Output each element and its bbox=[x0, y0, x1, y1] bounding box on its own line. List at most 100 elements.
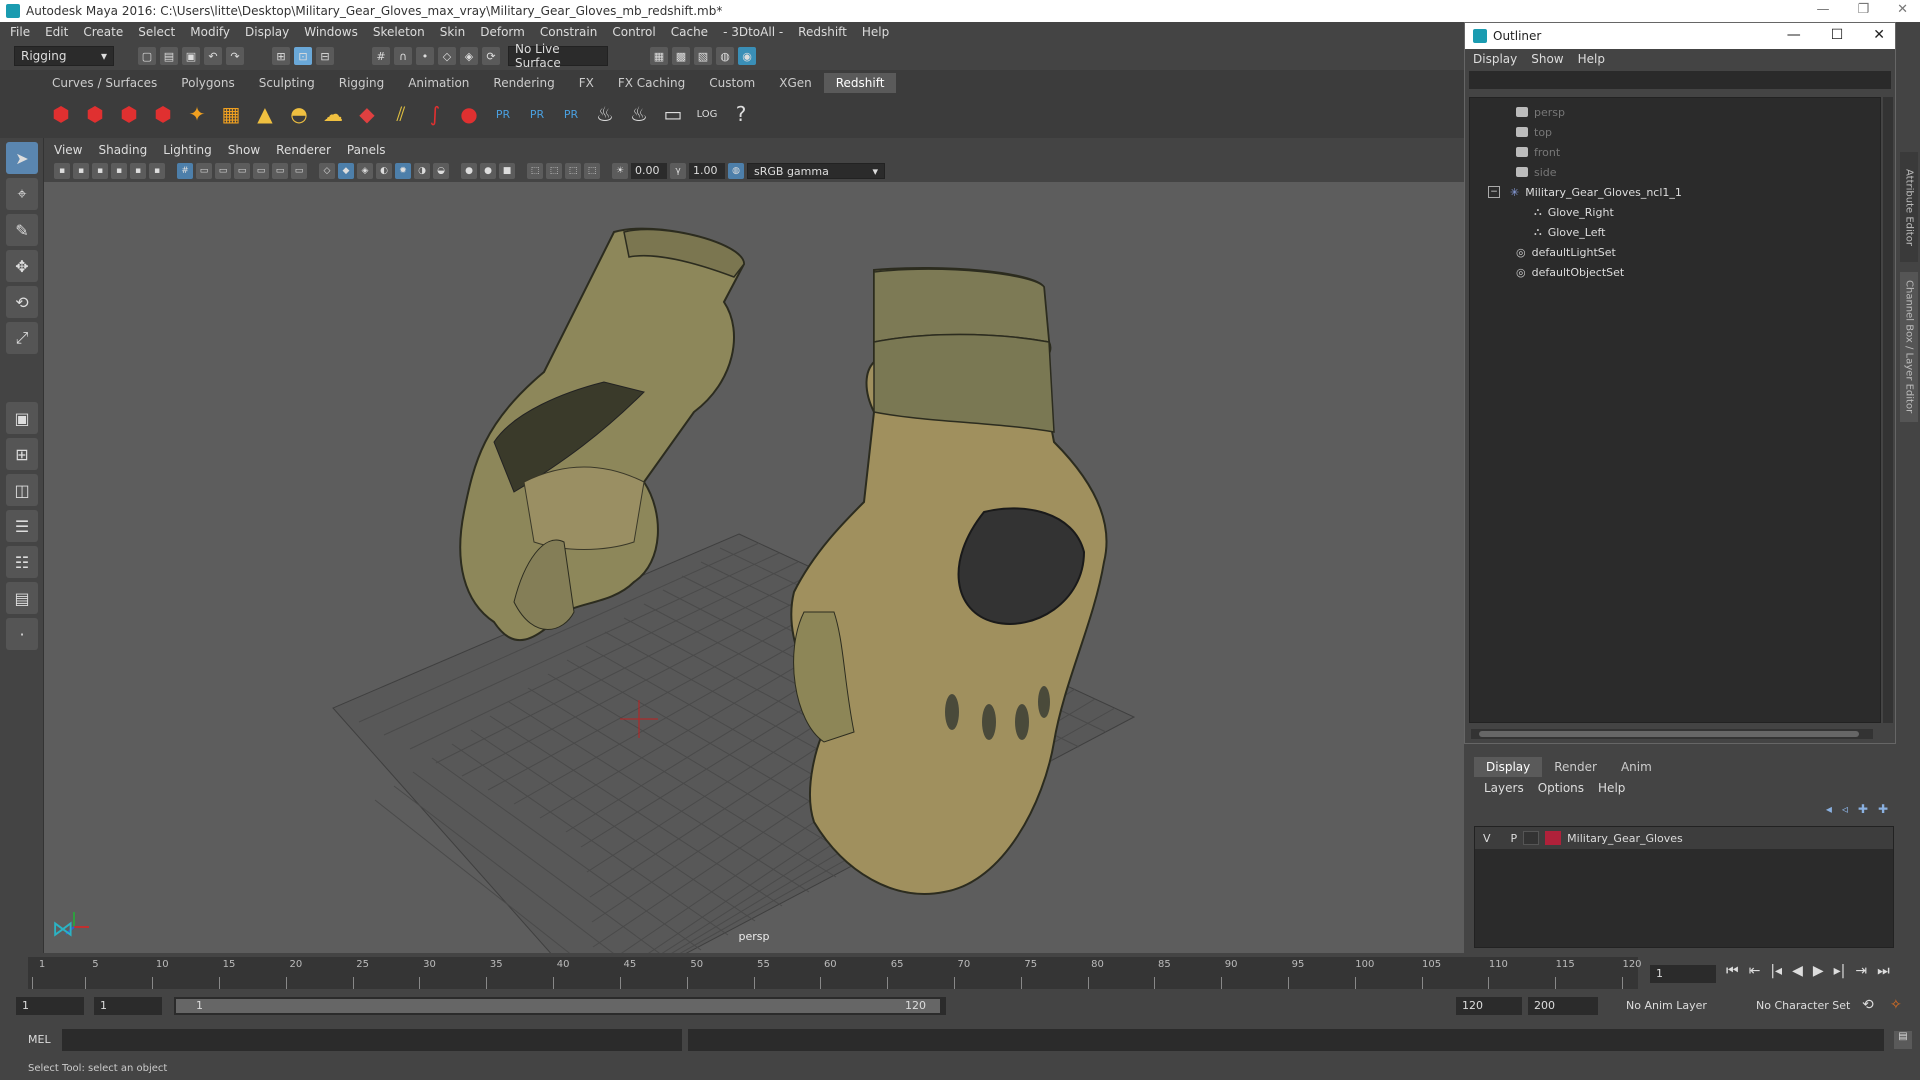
select-hierarchy-icon[interactable]: ⊞ bbox=[272, 47, 290, 65]
wire-on-shaded-icon[interactable]: ◈ bbox=[357, 163, 373, 179]
new-layer-selected-icon[interactable]: ✚ bbox=[1878, 802, 1888, 816]
tab-custom[interactable]: Custom bbox=[697, 73, 767, 93]
outliner-item-persp[interactable]: persp bbox=[1470, 102, 1880, 122]
step-forward-frame-icon[interactable]: ▸| bbox=[1834, 963, 1846, 979]
layout-custom-icon[interactable]: ▤ bbox=[6, 582, 38, 614]
bookmark-icon[interactable]: ▪ bbox=[92, 163, 108, 179]
redshift-pr-b-icon[interactable]: PR bbox=[522, 98, 552, 130]
color-management-icon[interactable]: ◍ bbox=[728, 163, 744, 179]
view-transform-dropdown[interactable]: sRGB gamma ▾ bbox=[747, 163, 885, 179]
camera-select-icon[interactable]: ▪ bbox=[73, 163, 89, 179]
field-chart-icon[interactable]: ▭ bbox=[253, 163, 269, 179]
outliner-vertical-scrollbar[interactable] bbox=[1883, 97, 1893, 723]
layer-tab-render[interactable]: Render bbox=[1542, 757, 1609, 777]
snap-surface-icon[interactable]: ◈ bbox=[460, 47, 478, 65]
ipr-render-icon[interactable]: ▩ bbox=[672, 47, 690, 65]
channel-box-tab[interactable]: Channel Box / Layer Editor bbox=[1900, 272, 1918, 422]
tab-rigging[interactable]: Rigging bbox=[327, 73, 396, 93]
snap-point-icon[interactable]: • bbox=[416, 47, 434, 65]
select-object-icon[interactable]: ⊡ bbox=[294, 47, 312, 65]
layer-playback-toggle[interactable]: P bbox=[1511, 832, 1518, 845]
menu-skeleton[interactable]: Skeleton bbox=[373, 25, 425, 39]
open-scene-icon[interactable]: ▤ bbox=[160, 47, 178, 65]
play-forward-icon[interactable]: ▶ bbox=[1813, 963, 1824, 979]
layout-two-icon[interactable]: ◫ bbox=[6, 474, 38, 506]
start-time-field[interactable]: 1 bbox=[16, 997, 84, 1015]
redshift-dome-light-icon[interactable]: ◓ bbox=[284, 98, 314, 130]
outliner-item-glove-right[interactable]: ⛬ Glove_Right bbox=[1470, 202, 1880, 222]
panel-menu-shading[interactable]: Shading bbox=[98, 143, 147, 157]
layer-display-type[interactable] bbox=[1523, 831, 1540, 845]
outliner-item-top[interactable]: top bbox=[1470, 122, 1880, 142]
paint-select-icon[interactable]: ✎ bbox=[6, 214, 38, 246]
range-slider-handle[interactable] bbox=[176, 999, 940, 1013]
command-input[interactable] bbox=[62, 1029, 682, 1051]
layer-menu-options[interactable]: Options bbox=[1538, 781, 1584, 795]
attribute-editor-tab[interactable]: Attribute Editor bbox=[1900, 152, 1918, 262]
redshift-sphere-icon[interactable]: ● bbox=[454, 98, 484, 130]
redshift-rv-icon[interactable]: ⬢ bbox=[46, 98, 76, 130]
scrollbar-thumb[interactable] bbox=[1479, 731, 1859, 737]
outliner-item-default-object-set[interactable]: ◎ defaultObjectSet bbox=[1470, 262, 1880, 282]
new-layer-icon[interactable]: ✚ bbox=[1858, 802, 1868, 816]
go-to-end-icon[interactable]: ⏭ bbox=[1877, 963, 1890, 979]
outliner-horizontal-scrollbar[interactable] bbox=[1471, 729, 1873, 739]
outliner-item-default-light-set[interactable]: ◎ defaultLightSet bbox=[1470, 242, 1880, 262]
live-surface-field[interactable]: No Live Surface bbox=[508, 42, 608, 70]
restore-icon[interactable]: ❐ bbox=[1857, 2, 1869, 17]
panel-menu-lighting[interactable]: Lighting bbox=[163, 143, 212, 157]
panel-menu-show[interactable]: Show bbox=[228, 143, 260, 157]
redshift-pr-a-icon[interactable]: PR bbox=[488, 98, 518, 130]
outliner-menu-help[interactable]: Help bbox=[1578, 52, 1605, 66]
safe-title-icon[interactable]: ▭ bbox=[291, 163, 307, 179]
tab-redshift[interactable]: Redshift bbox=[823, 73, 897, 93]
tab-curves-surfaces[interactable]: Curves / Surfaces bbox=[40, 73, 169, 93]
redshift-help-icon[interactable]: ? bbox=[726, 98, 756, 130]
motion-blur-icon[interactable]: ● bbox=[461, 163, 477, 179]
exposure-field[interactable]: 0.00 bbox=[631, 163, 667, 179]
xray-joints-icon[interactable]: ⬚ bbox=[565, 163, 581, 179]
undo-icon[interactable]: ↶ bbox=[204, 47, 222, 65]
select-component-icon[interactable]: ⊟ bbox=[316, 47, 334, 65]
redshift-editor-icon[interactable]: ▭ bbox=[658, 98, 688, 130]
menu-redshift[interactable]: Redshift bbox=[798, 25, 847, 39]
tab-fx-caching[interactable]: FX Caching bbox=[606, 73, 697, 93]
viewport-3d[interactable]: persp ⋈ bbox=[44, 182, 1464, 953]
menu-deform[interactable]: Deform bbox=[480, 25, 525, 39]
go-to-start-icon[interactable]: ⏮ bbox=[1726, 963, 1739, 979]
layer-visibility-toggle[interactable]: V bbox=[1483, 832, 1491, 845]
grid-toggle-icon[interactable]: # bbox=[177, 163, 193, 179]
hypershade-icon[interactable]: ◍ bbox=[716, 47, 734, 65]
gate-mask-icon[interactable]: ▭ bbox=[234, 163, 250, 179]
auto-key-icon[interactable]: ⟲ bbox=[1862, 997, 1874, 1013]
render-settings-icon[interactable]: ▧ bbox=[694, 47, 712, 65]
save-scene-icon[interactable]: ▣ bbox=[182, 47, 200, 65]
tab-polygons[interactable]: Polygons bbox=[169, 73, 246, 93]
redshift-light-icon[interactable]: ✦ bbox=[182, 98, 212, 130]
playback-end-field[interactable]: 120 bbox=[1456, 997, 1522, 1015]
redshift-area-light-icon[interactable]: ▦ bbox=[216, 98, 246, 130]
character-set-dropdown[interactable]: No Character Set bbox=[1750, 997, 1858, 1015]
anim-prefs-icon[interactable]: ✧ bbox=[1890, 997, 1902, 1013]
time-ruler[interactable]: 1 5 10 15 20 25 30 35 40 45 50 55 60 65 70 75 80 85 90 95 10… bbox=[28, 957, 1642, 989]
end-time-field[interactable]: 200 bbox=[1528, 997, 1598, 1015]
layer-row[interactable]: V P Military_Gear_Gloves bbox=[1475, 827, 1893, 849]
layer-tab-display[interactable]: Display bbox=[1474, 757, 1543, 777]
command-language-label[interactable]: MEL bbox=[28, 1033, 51, 1046]
layer-menu-layers[interactable]: Layers bbox=[1484, 781, 1524, 795]
menu-cache[interactable]: Cache bbox=[671, 25, 708, 39]
redshift-render-icon[interactable]: ⬢ bbox=[80, 98, 110, 130]
menu-skin[interactable]: Skin bbox=[440, 25, 466, 39]
redshift-material-icon[interactable]: ♨ bbox=[590, 98, 620, 130]
xray-icon[interactable]: ⬚ bbox=[546, 163, 562, 179]
redshift-proxy-icon[interactable]: ◆ bbox=[352, 98, 382, 130]
current-frame-field[interactable]: 1 bbox=[1650, 965, 1716, 983]
wireframe-icon[interactable]: ◇ bbox=[319, 163, 335, 179]
layout-stack-icon[interactable]: ☷ bbox=[6, 546, 38, 578]
mode-selector[interactable]: Rigging ▾ bbox=[14, 46, 114, 66]
tab-sculpting[interactable]: Sculpting bbox=[247, 73, 327, 93]
anti-alias-icon[interactable]: ● bbox=[480, 163, 496, 179]
scale-tool-icon[interactable]: ⤢ bbox=[6, 322, 38, 354]
layout-four-icon[interactable]: ⊞ bbox=[6, 438, 38, 470]
layer-color-swatch[interactable] bbox=[1545, 831, 1562, 845]
